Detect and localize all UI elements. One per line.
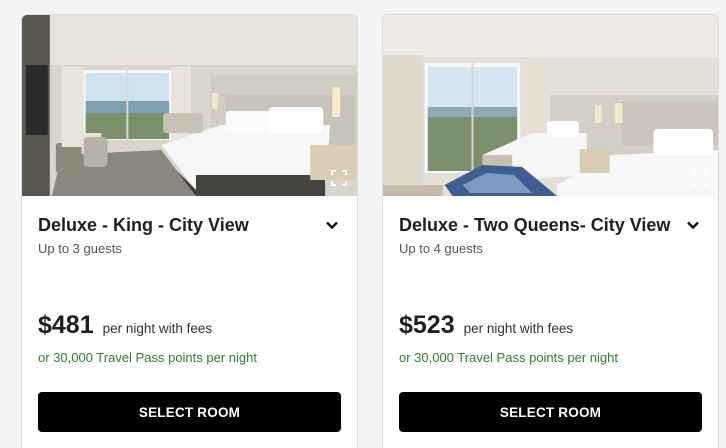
price-note: per night with fees	[102, 321, 213, 336]
room-price: $481	[38, 311, 94, 339]
price-row: $523 per night with fees	[399, 311, 573, 340]
price-row: $481 per night with fees	[38, 311, 212, 340]
room-photo[interactable]	[383, 15, 718, 196]
price-note: per night with fees	[463, 321, 574, 336]
guest-capacity: Up to 3 guests	[38, 241, 122, 256]
guest-capacity: Up to 4 guests	[399, 241, 483, 256]
room-card: Deluxe - Two Queens- City View Up to 4 g…	[382, 14, 719, 448]
room-name: Deluxe - King - City View	[38, 215, 249, 235]
room-title-row: Deluxe - Two Queens- City View	[399, 213, 702, 239]
room-photo-image	[383, 15, 718, 196]
room-price: $523	[399, 311, 455, 339]
select-room-button[interactable]: SELECT ROOM	[38, 392, 341, 432]
points-price: or 30,000 Travel Pass points per night	[399, 350, 618, 365]
room-photo-image	[22, 15, 357, 196]
points-price: or 30,000 Travel Pass points per night	[38, 350, 257, 365]
room-card: Deluxe - King - City View Up to 3 guests…	[21, 14, 358, 448]
expand-fullscreen-icon[interactable]	[692, 170, 708, 186]
expand-fullscreen-icon[interactable]	[331, 170, 347, 186]
chevron-down-icon[interactable]	[325, 218, 339, 232]
room-name: Deluxe - Two Queens- City View	[399, 215, 671, 235]
chevron-down-icon[interactable]	[686, 218, 700, 232]
select-room-button[interactable]: SELECT ROOM	[399, 392, 702, 432]
room-title-row: Deluxe - King - City View	[38, 213, 341, 239]
room-photo[interactable]	[22, 15, 357, 196]
